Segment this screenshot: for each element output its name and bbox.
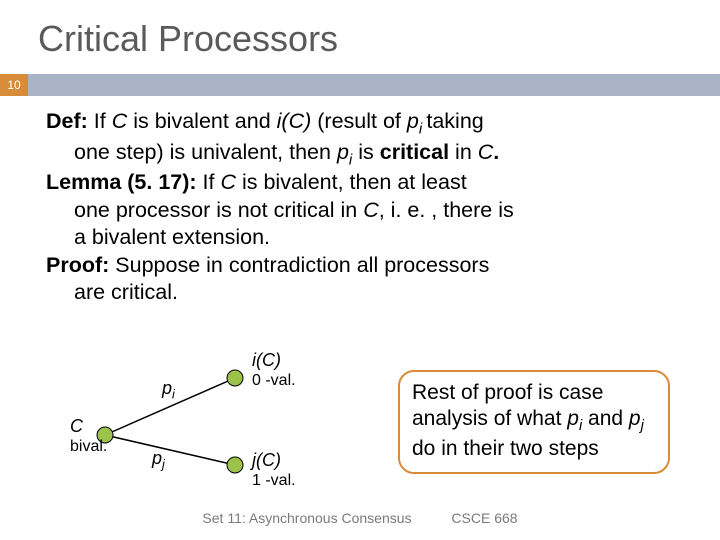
def-label: Def: — [46, 109, 88, 133]
diagram-bival-label: bival. — [70, 438, 107, 456]
t: one step) is univalent, then — [74, 140, 337, 164]
t: p — [567, 407, 579, 430]
t: do in their two steps — [412, 437, 599, 460]
header-bar: 10 — [0, 74, 720, 96]
t: i(C) — [277, 109, 312, 133]
t: a bivalent extension. — [46, 224, 680, 252]
t: is bivalent, then at least — [236, 170, 467, 194]
proof-label: Proof: — [46, 253, 109, 277]
diagram-1val-label: 1 -val. — [252, 472, 296, 490]
t: , i. e. , there is — [379, 198, 514, 222]
t: is — [352, 140, 379, 164]
diagram-pj-label: pj — [152, 448, 165, 472]
diagram-pi-label: pi — [162, 378, 175, 402]
t: and — [582, 407, 629, 430]
t: i(C) — [252, 350, 281, 370]
t: C — [220, 170, 236, 194]
t: j(C) — [252, 450, 281, 470]
diagram-ic-label: i(C) — [252, 350, 281, 371]
lemma-label: Lemma (5. 17): — [46, 170, 197, 194]
diagram-c-label: C — [70, 416, 83, 437]
t: i — [172, 388, 175, 402]
t: one processor is not critical in — [74, 198, 363, 222]
footer: Set 11: Asynchronous Consensus CSCE 668 — [0, 510, 720, 526]
accent-bar — [28, 74, 720, 96]
t: p — [152, 448, 162, 468]
t: taking — [426, 109, 483, 133]
t: in — [449, 140, 478, 164]
t: C — [363, 198, 379, 222]
t: C — [478, 140, 494, 164]
body-text: Def: If C is bivalent and i(C) (result o… — [0, 96, 720, 307]
t: j — [641, 418, 644, 434]
callout-box: Rest of proof is case analysis of what p… — [398, 370, 670, 474]
t: j — [162, 458, 165, 472]
t: are critical. — [46, 279, 680, 307]
t: If — [197, 170, 221, 194]
footer-left: Set 11: Asynchronous Consensus — [202, 510, 411, 526]
t: Suppose in contradiction all processors — [109, 253, 489, 277]
t: (result of — [311, 109, 407, 133]
proof-diagram: C bival. pi pj i(C) 0 -val. j(C) 1 -val. — [70, 360, 340, 490]
t: p — [629, 407, 641, 430]
t: p — [407, 109, 419, 133]
page-number: 10 — [0, 74, 28, 96]
t: critical — [380, 140, 449, 164]
t: is bivalent and — [127, 109, 276, 133]
t: p — [162, 378, 172, 398]
footer-right: CSCE 668 — [451, 510, 517, 526]
slide-title: Critical Processors — [0, 0, 720, 74]
t: p — [337, 140, 349, 164]
t: C — [70, 416, 83, 436]
t: If — [88, 109, 112, 133]
diagram-0val-label: 0 -val. — [252, 372, 296, 390]
t: C — [112, 109, 128, 133]
t: . — [493, 140, 499, 164]
diagram-jc-label: j(C) — [252, 450, 281, 471]
diagram-svg — [70, 360, 340, 490]
